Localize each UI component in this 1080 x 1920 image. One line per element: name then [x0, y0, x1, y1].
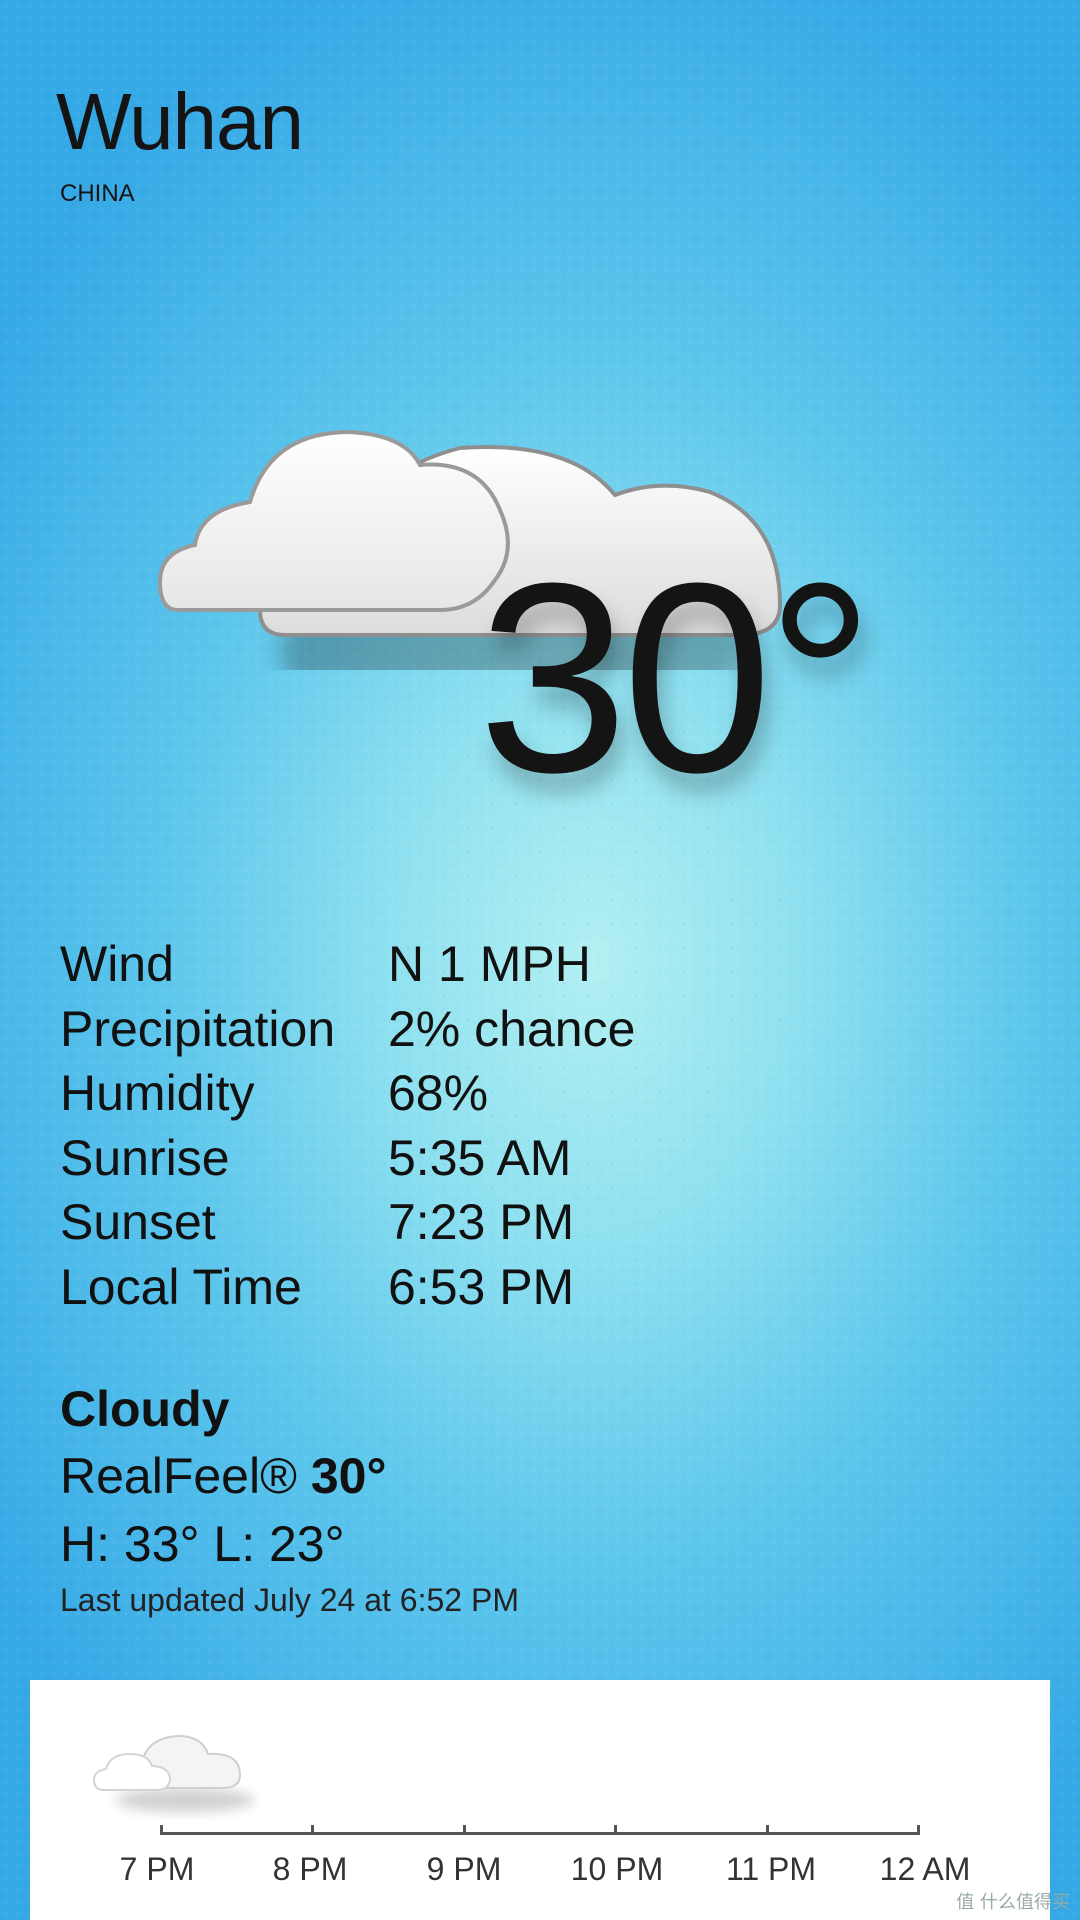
hourly-time-label: 10 PM [570, 1851, 664, 1887]
detail-row-humidity: Humidity 68% [60, 1061, 635, 1126]
city-name: Wuhan [56, 77, 304, 166]
high-low-text: H: 33° L: 23° [60, 1516, 345, 1572]
hourly-tick [160, 1825, 163, 1835]
condition-text: Cloudy [60, 1381, 230, 1437]
last-updated-text: Last updated July 24 at 6:52 PM [60, 1582, 519, 1618]
detail-value: 2% chance [388, 1000, 636, 1057]
watermark: 值 什么值得买 [956, 1892, 1070, 1913]
detail-row-local-time: Local Time 6:53 PM [60, 1255, 635, 1320]
hourly-tick [311, 1825, 314, 1835]
hourly-tick [766, 1825, 769, 1835]
detail-row-precipitation: Precipitation 2% chance [60, 997, 635, 1062]
detail-label: Local Time [60, 1258, 302, 1315]
hourly-time-label: 8 PM [272, 1851, 348, 1887]
detail-row-sunrise: Sunrise 5:35 AM [60, 1126, 635, 1191]
cloudy-icon [92, 1734, 255, 1812]
detail-row-sunset: Sunset 7:23 PM [60, 1190, 635, 1255]
hourly-time-label: 9 PM [426, 1851, 502, 1887]
realfeel-value: 30° [310, 1448, 387, 1504]
detail-label: Humidity [60, 1065, 255, 1122]
hourly-tick [463, 1825, 466, 1835]
detail-value: 5:35 AM [388, 1129, 572, 1186]
hourly-time-label: 7 PM [119, 1851, 195, 1887]
details-list: Wind N 1 MPH Precipitation 2% chance Hum… [60, 932, 635, 1319]
detail-label: Precipitation [60, 1000, 336, 1057]
weather-screen: Wuhan CHINA 30° Wind N 1 MPH Precipitati… [0, 0, 1080, 1920]
detail-label: Wind [60, 936, 174, 993]
hourly-time-label: 12 AM [879, 1851, 971, 1887]
detail-label: Sunset [60, 1194, 216, 1251]
hourly-time-label: 11 PM [725, 1851, 817, 1887]
current-temperature: 30° [478, 528, 874, 829]
detail-value: 68% [388, 1065, 489, 1122]
hourly-tick [917, 1825, 920, 1835]
detail-row-wind: Wind N 1 MPH [60, 932, 635, 997]
detail-value: 7:23 PM [388, 1194, 575, 1251]
detail-label: Sunrise [60, 1129, 230, 1186]
realfeel-label: RealFeel® [60, 1448, 297, 1504]
hourly-tick [614, 1825, 617, 1835]
country-name: CHINA [60, 180, 135, 207]
hourly-axis [160, 1832, 920, 1835]
detail-value: N 1 MPH [388, 936, 591, 993]
realfeel-text: RealFeel® 30° [60, 1451, 386, 1501]
detail-value: 6:53 PM [388, 1258, 575, 1315]
